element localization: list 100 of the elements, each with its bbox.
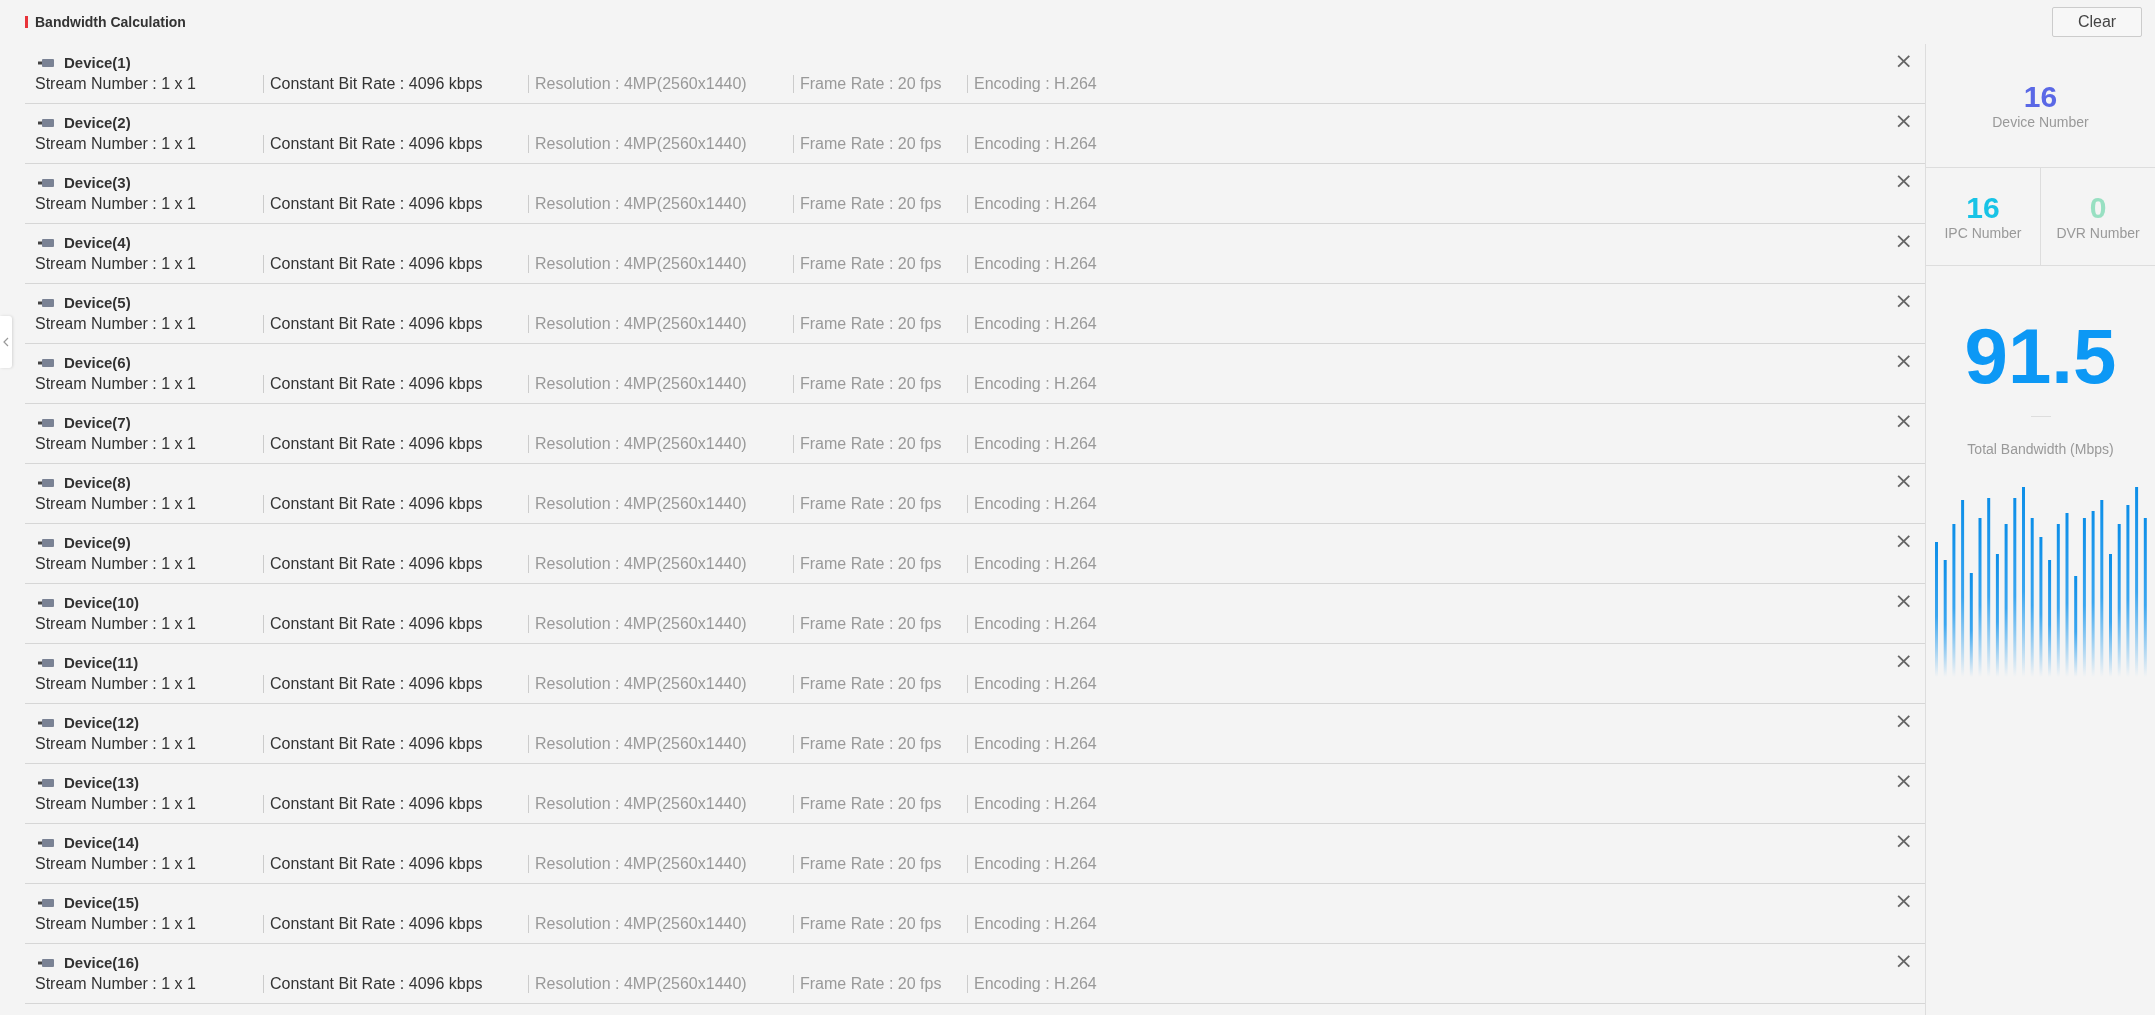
device-name: Device(5) [64, 294, 131, 311]
dvr-count-label: DVR Number [2056, 225, 2140, 242]
camera-icon [38, 478, 54, 487]
device-property: Encoding : H.264 [967, 975, 1267, 993]
camera-icon [38, 58, 54, 67]
device-property: Resolution : 4MP(2560x1440) [528, 915, 793, 933]
device-property: Frame Rate : 20 fps [793, 795, 967, 813]
device-property: Stream Number : 1 x 1 [35, 315, 197, 333]
camera-icon [38, 238, 54, 247]
device-name: Device(14) [64, 834, 140, 851]
device-name: Device(10) [64, 594, 140, 611]
close-button[interactable]: × [1894, 830, 1913, 852]
device-property: Constant Bit Rate : 4096 kbps [263, 555, 528, 573]
device-property: Frame Rate : 20 fps [793, 495, 967, 513]
close-button[interactable]: × [1894, 350, 1913, 372]
device-property: Resolution : 4MP(2560x1440) [528, 315, 793, 333]
device-name: Device(6) [64, 354, 131, 371]
device-property: Frame Rate : 20 fps [793, 75, 967, 93]
close-button[interactable]: × [1894, 170, 1913, 192]
device-property: Constant Bit Rate : 4096 kbps [263, 195, 528, 213]
device-property: Encoding : H.264 [967, 795, 1267, 813]
camera-icon [38, 598, 54, 607]
camera-icon [38, 658, 54, 667]
device-property: Resolution : 4MP(2560x1440) [528, 975, 793, 993]
device-name: Device(2) [64, 114, 131, 131]
device-property: Constant Bit Rate : 4096 kbps [263, 75, 528, 93]
close-button[interactable]: × [1894, 710, 1913, 732]
device-property: Stream Number : 1 x 1 [35, 435, 197, 453]
device-property: Stream Number : 1 x 1 [35, 615, 197, 633]
device-property: Stream Number : 1 x 1 [35, 195, 197, 213]
device-name: Device(7) [64, 414, 131, 431]
device-property: Constant Bit Rate : 4096 kbps [263, 495, 528, 513]
device-property: Stream Number : 1 x 1 [35, 735, 197, 753]
camera-icon [38, 418, 54, 427]
device-name: Device(15) [64, 894, 140, 911]
device-property: Resolution : 4MP(2560x1440) [528, 75, 793, 93]
device-name: Device(3) [64, 174, 131, 191]
device-property: Resolution : 4MP(2560x1440) [528, 855, 793, 873]
device-property: Resolution : 4MP(2560x1440) [528, 135, 793, 153]
device-property: Frame Rate : 20 fps [793, 555, 967, 573]
device-property: Constant Bit Rate : 4096 kbps [263, 915, 528, 933]
camera-icon [38, 898, 54, 907]
device-property: Encoding : H.264 [967, 675, 1267, 693]
device-name: Device(16) [64, 954, 140, 971]
clear-button[interactable]: Clear [2052, 7, 2142, 37]
device-property: Resolution : 4MP(2560x1440) [528, 615, 793, 633]
device-name: Device(9) [64, 534, 131, 551]
device-property: Frame Rate : 20 fps [793, 855, 967, 873]
device-property: Encoding : H.264 [967, 915, 1267, 933]
device-property: Constant Bit Rate : 4096 kbps [263, 735, 528, 753]
device-property: Frame Rate : 20 fps [793, 315, 967, 333]
close-button[interactable]: × [1894, 950, 1913, 972]
device-name: Device(12) [64, 714, 140, 731]
close-button[interactable]: × [1894, 230, 1913, 252]
camera-icon [38, 358, 54, 367]
title-accent-bar [25, 16, 28, 28]
device-property: Stream Number : 1 x 1 [35, 555, 197, 573]
close-button[interactable]: × [1894, 410, 1913, 432]
device-property: Frame Rate : 20 fps [793, 255, 967, 273]
device-property: Frame Rate : 20 fps [793, 915, 967, 933]
device-property: Frame Rate : 20 fps [793, 195, 967, 213]
total-bandwidth-label: Total Bandwidth (Mbps) [1967, 440, 2114, 457]
close-button[interactable]: × [1894, 290, 1913, 312]
close-button[interactable]: × [1894, 890, 1913, 912]
device-name: Device(1) [64, 54, 131, 71]
device-property: Resolution : 4MP(2560x1440) [528, 795, 793, 813]
close-button[interactable]: × [1894, 770, 1913, 792]
device-property: Resolution : 4MP(2560x1440) [528, 195, 793, 213]
device-property: Resolution : 4MP(2560x1440) [528, 255, 793, 273]
device-property: Encoding : H.264 [967, 375, 1267, 393]
device-property: Resolution : 4MP(2560x1440) [528, 495, 793, 513]
device-name: Device(4) [64, 234, 131, 251]
close-button[interactable]: × [1894, 590, 1913, 612]
close-button[interactable]: × [1894, 530, 1913, 552]
device-property: Encoding : H.264 [967, 615, 1267, 633]
device-property: Frame Rate : 20 fps [793, 675, 967, 693]
device-property: Encoding : H.264 [967, 855, 1267, 873]
ipc-count-label: IPC Number [1944, 225, 2022, 242]
device-property: Stream Number : 1 x 1 [35, 915, 197, 933]
camera-icon [38, 178, 54, 187]
device-name: Device(8) [64, 474, 131, 491]
device-property: Frame Rate : 20 fps [793, 975, 967, 993]
device-property: Stream Number : 1 x 1 [35, 975, 197, 993]
device-property: Stream Number : 1 x 1 [35, 795, 197, 813]
camera-icon [38, 538, 54, 547]
device-property: Constant Bit Rate : 4096 kbps [263, 855, 528, 873]
chevron-left-icon [3, 337, 9, 347]
close-button[interactable]: × [1894, 470, 1913, 492]
device-property: Encoding : H.264 [967, 495, 1267, 513]
device-property: Stream Number : 1 x 1 [35, 855, 197, 873]
device-property: Frame Rate : 20 fps [793, 435, 967, 453]
device-property: Constant Bit Rate : 4096 kbps [263, 435, 528, 453]
collapse-handle[interactable] [0, 316, 12, 368]
camera-icon [38, 838, 54, 847]
close-button[interactable]: × [1894, 50, 1913, 72]
close-button[interactable]: × [1894, 650, 1913, 672]
device-property: Stream Number : 1 x 1 [35, 375, 197, 393]
device-property: Encoding : H.264 [967, 735, 1267, 753]
dvr-count: 0 [2089, 191, 2107, 224]
close-button[interactable]: × [1894, 110, 1913, 132]
